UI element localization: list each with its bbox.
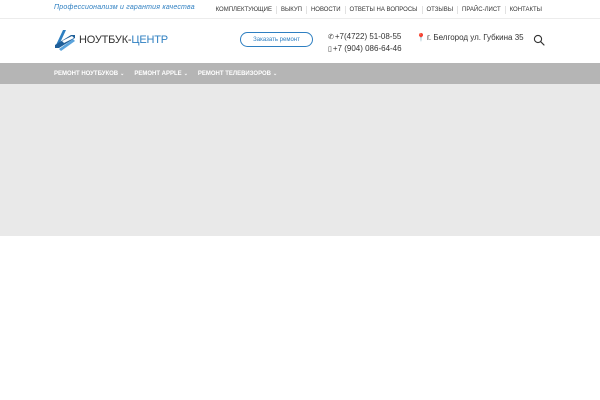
menu-item-label: РЕМОНТ APPLE [134, 70, 182, 77]
phone-block: ✆+7(4722) 51-08-55 ▯+7 (904) 086-64-46 [328, 31, 402, 55]
main-menu-bar: РЕМОНТ НОУТБУКОВ ⌄ РЕМОНТ APPLE ⌄ РЕМОНТ Т… [0, 63, 600, 84]
site-header: НОУТБУК-ЦЕНТР Заказать ремонт ✆+7(4722) … [0, 19, 600, 63]
top-link-components[interactable]: КОМПЛЕКТУЮЩИЕ [212, 6, 276, 14]
mobile-icon: ▯ [328, 46, 332, 53]
top-link-contacts[interactable]: КОНТАКТЫ [504, 5, 546, 14]
phone-icon: ✆ [328, 34, 334, 41]
phone-row-landline[interactable]: ✆+7(4722) 51-08-55 [328, 31, 402, 43]
laptop-logo-icon [55, 30, 75, 51]
menu-item-tv-repair[interactable]: РЕМОНТ ТЕЛЕВИЗОРОВ ⌄ [198, 71, 277, 77]
phone-row-mobile[interactable]: ▯+7 (904) 086-64-46 [328, 43, 402, 55]
chevron-down-icon: ⌄ [273, 70, 278, 77]
logo-text: НОУТБУК-ЦЕНТР [79, 34, 168, 46]
chevron-down-icon: ⌄ [120, 70, 125, 77]
logo-text-main: НОУТБУК- [79, 34, 132, 46]
top-link-price-list[interactable]: ПРАЙС-ЛИСТ [457, 5, 505, 14]
tagline: Профессионализм и гарантия качества [54, 4, 195, 11]
top-link-buyback[interactable]: ВЫКУП [275, 5, 306, 14]
page-content [0, 236, 600, 400]
map-pin-icon: 📍 [416, 33, 426, 42]
menu-item-label: РЕМОНТ ТЕЛЕВИЗОРОВ [197, 70, 272, 77]
address-block: 📍г. Белгород ул. Губкина 35 [416, 33, 526, 43]
top-link-reviews[interactable]: ОТЗЫВЫ [421, 5, 458, 14]
main-menu: РЕМОНТ НОУТБУКОВ ⌄ РЕМОНТ APPLE ⌄ РЕМОНТ Т… [54, 63, 287, 84]
order-repair-button[interactable]: Заказать ремонт [240, 32, 313, 47]
site-logo[interactable]: НОУТБУК-ЦЕНТР [53, 27, 168, 53]
menu-item-apple-repair[interactable]: РЕМОНТ APPLE ⌄ [134, 71, 188, 77]
phone-landline: +7(4722) 51-08-55 [334, 32, 402, 41]
phone-mobile: +7 (904) 086-64-46 [332, 44, 402, 53]
top-bar: Профессионализм и гарантия качества КОМП… [0, 0, 600, 19]
menu-item-label: РЕМОНТ НОУТБУКОВ [54, 70, 119, 77]
menu-item-laptop-repair[interactable]: РЕМОНТ НОУТБУКОВ ⌄ [54, 71, 124, 77]
logo-text-accent: ЦЕНТР [131, 34, 168, 46]
top-link-news[interactable]: НОВОСТИ [305, 5, 345, 14]
chevron-down-icon: ⌄ [183, 70, 188, 77]
address-text: г. Белгород ул. Губкина 35 [426, 33, 524, 42]
top-link-faq[interactable]: ОТВЕТЫ НА ВОПРОСЫ [344, 5, 422, 14]
hero-banner [0, 84, 600, 236]
search-icon[interactable] [533, 34, 545, 46]
top-navigation: КОМПЛЕКТУЮЩИЕ ВЫКУП НОВОСТИ ОТВЕТЫ НА ВО… [212, 0, 546, 19]
